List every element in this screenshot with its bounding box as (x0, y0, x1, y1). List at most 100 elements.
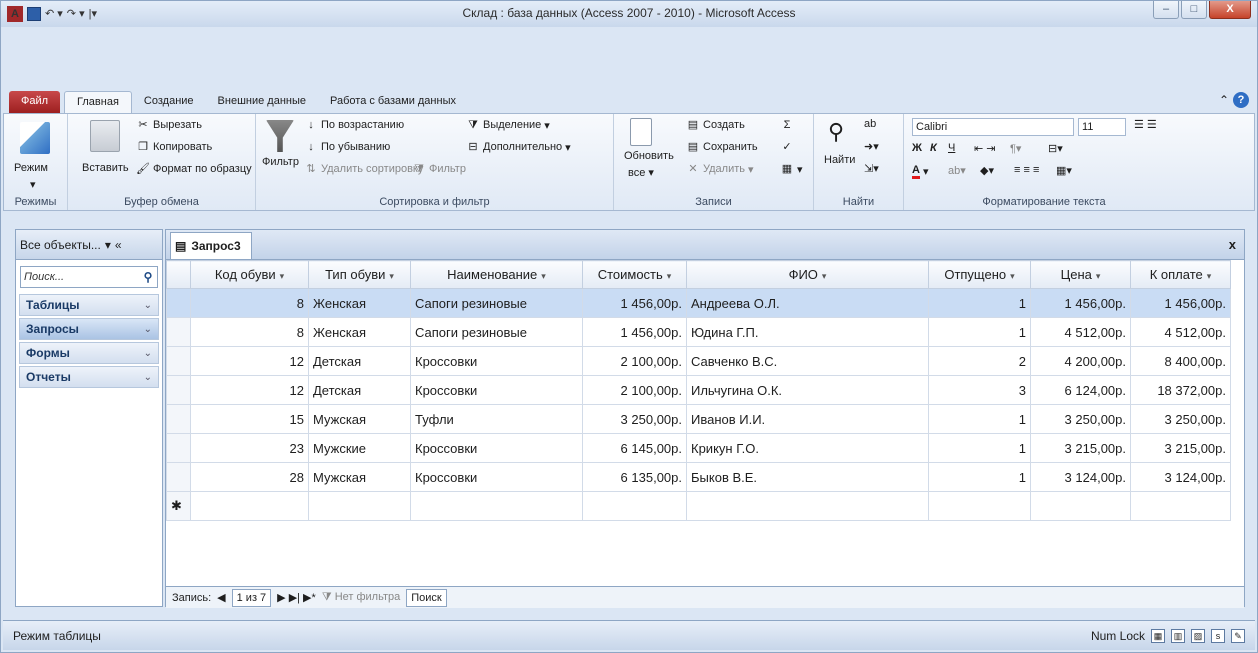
design-view-icon[interactable]: ✎ (1231, 628, 1245, 643)
table-row[interactable]: 8 Женская Сапоги резиновые 1 456,00р. Андрее… (166, 288, 1231, 318)
new-record-button[interactable]: ▤ Создать (686, 118, 745, 132)
tab-external-data[interactable]: Внешние данные (206, 91, 318, 113)
first-record-icon[interactable]: ◀ (217, 591, 225, 604)
table-cell[interactable]: 3 250,00р. (1130, 404, 1231, 434)
nav-search[interactable]: Поиск... ⚲ (20, 266, 158, 288)
replace-icon[interactable]: ab (864, 118, 876, 130)
font-name-select[interactable]: Calibri (912, 118, 1074, 136)
table-cell[interactable]: Савченко В.С. (686, 346, 929, 376)
table-cell[interactable]: Кроссовки (410, 462, 583, 492)
more-records-button[interactable]: ▦ ▾ (780, 162, 803, 176)
table-cell[interactable]: 1 (928, 317, 1031, 347)
row-selector[interactable] (166, 375, 191, 405)
list-icon[interactable]: ☰ ☰ (1134, 118, 1157, 131)
table-cell[interactable] (1030, 491, 1131, 521)
table-cell[interactable]: Детская (308, 346, 411, 376)
table-cell[interactable]: 6 145,00р. (582, 433, 687, 463)
table-cell[interactable] (686, 491, 929, 521)
table-cell[interactable]: Сапоги резиновые (410, 288, 583, 318)
nav-group-reports[interactable]: Отчеты ⌄ (19, 366, 159, 388)
minimize-ribbon-icon[interactable]: ⌃ (1219, 93, 1229, 107)
next-record-icon[interactable]: ▶ ▶| ▶* (277, 591, 316, 604)
selection-button[interactable]: ⧩ Выделение ▾ (466, 118, 550, 132)
table-cell[interactable]: 3 250,00р. (1030, 404, 1131, 434)
table-row[interactable]: 15 Мужская Туфли 3 250,00р. Иванов И.И. 1 3 25… (166, 404, 1231, 434)
cut-button[interactable]: ✂ Вырезать (136, 118, 202, 132)
tab-file[interactable]: Файл (9, 91, 61, 113)
search-icon[interactable]: ⚲ (139, 270, 157, 284)
table-cell[interactable]: 2 100,00р. (582, 375, 687, 405)
table-cell[interactable]: Иванов И.И. (686, 404, 929, 434)
table-cell[interactable]: 4 512,00р. (1030, 317, 1131, 347)
table-cell[interactable]: Кроссовки (410, 433, 583, 463)
table-cell[interactable]: 12 (190, 375, 309, 405)
row-selector[interactable] (166, 404, 191, 434)
table-cell[interactable]: 3 215,00р. (1030, 433, 1131, 463)
table-cell[interactable] (190, 491, 309, 521)
new-record-marker[interactable]: ✱ (166, 491, 191, 521)
table-cell[interactable]: 2 100,00р. (582, 346, 687, 376)
table-cell[interactable]: 18 372,00р. (1130, 375, 1231, 405)
column-header[interactable]: Отпущено ▾ (928, 260, 1031, 289)
table-cell[interactable]: 1 (928, 288, 1031, 318)
datasheet-view-icon[interactable]: ▦ (1151, 628, 1165, 643)
advanced-filter-button[interactable]: ⊟ Дополнительно ▾ (466, 140, 570, 154)
table-cell[interactable]: 4 512,00р. (1130, 317, 1231, 347)
table-cell[interactable]: 8 (190, 288, 309, 318)
table-cell[interactable]: Детская (308, 375, 411, 405)
table-cell[interactable]: Туфли (410, 404, 583, 434)
format-painter-button[interactable]: 🖌 Формат по образцу (136, 162, 252, 176)
refresh-all-button[interactable]: все ▾ (628, 166, 654, 180)
table-cell[interactable]: 3 124,00р. (1130, 462, 1231, 492)
gridlines-icon[interactable]: ⊟▾ (1048, 142, 1063, 155)
select-all-cell[interactable] (166, 260, 191, 289)
column-header[interactable]: К оплате ▾ (1130, 260, 1231, 289)
table-cell[interactable] (410, 491, 583, 521)
indent-icon[interactable]: ⇤ ⇥ (974, 142, 996, 155)
column-header[interactable]: Наименование ▾ (410, 260, 583, 289)
table-cell[interactable]: 1 (928, 462, 1031, 492)
remove-sort-button[interactable]: ⇅ Удалить сортировку (304, 162, 423, 176)
close-icon[interactable]: x (1229, 237, 1236, 252)
table-cell[interactable]: 6 124,00р. (1030, 375, 1131, 405)
table-cell[interactable]: 1 456,00р. (1130, 288, 1231, 318)
column-header[interactable]: Стоимость ▾ (582, 260, 687, 289)
table-cell[interactable]: 8 (190, 317, 309, 347)
tab-database-tools[interactable]: Работа с базами данных (318, 91, 468, 113)
tab-home[interactable]: Главная (64, 91, 132, 113)
column-header[interactable]: Цена ▾ (1030, 260, 1131, 289)
nav-header[interactable]: Все объекты... ▾ « (16, 230, 162, 260)
view-mode-button[interactable]: Режим (14, 162, 48, 174)
table-cell[interactable]: 4 200,00р. (1030, 346, 1131, 376)
table-cell[interactable]: 3 124,00р. (1030, 462, 1131, 492)
table-cell[interactable]: 12 (190, 346, 309, 376)
totals-button[interactable]: Σ (780, 118, 794, 132)
table-cell[interactable] (928, 491, 1031, 521)
copy-button[interactable]: ❐ Копировать (136, 140, 212, 154)
table-cell[interactable]: 3 (928, 375, 1031, 405)
paragraph-direction-icon[interactable]: ¶▾ (1010, 142, 1021, 155)
underline-button[interactable]: Ч (948, 142, 955, 154)
record-position-input[interactable]: 1 из 7 (231, 588, 272, 607)
table-cell[interactable]: 28 (190, 462, 309, 492)
chevron-down-icon[interactable]: ▾ (105, 238, 111, 252)
nav-group-forms[interactable]: Формы ⌄ (19, 342, 159, 364)
column-header[interactable]: Тип обуви ▾ (308, 260, 411, 289)
collapse-pane-icon[interactable]: « (115, 238, 122, 252)
table-cell[interactable]: 6 135,00р. (582, 462, 687, 492)
pivotchart-view-icon[interactable]: ▨ (1191, 628, 1205, 643)
tab-query3[interactable]: ▤ Запрос3 (170, 232, 252, 259)
table-cell[interactable] (308, 491, 411, 521)
pivottable-view-icon[interactable]: ▥ (1171, 628, 1185, 643)
help-icon[interactable]: ? (1233, 92, 1249, 108)
find-button[interactable]: Найти (824, 154, 855, 166)
table-cell[interactable]: Кроссовки (410, 346, 583, 376)
nav-group-tables[interactable]: Таблицы ⌄ (19, 294, 159, 316)
goto-icon[interactable]: ➜▾ (864, 140, 879, 153)
nav-search-input[interactable]: Поиск... (21, 271, 139, 283)
sort-descending-button[interactable]: ↓ По убыванию (304, 140, 390, 154)
table-cell[interactable]: 15 (190, 404, 309, 434)
table-cell[interactable]: 3 215,00р. (1130, 433, 1231, 463)
row-selector[interactable] (166, 346, 191, 376)
table-row[interactable]: 23 Мужские Кроссовки 6 145,00р. Крикун Г.О. 1… (166, 433, 1231, 463)
